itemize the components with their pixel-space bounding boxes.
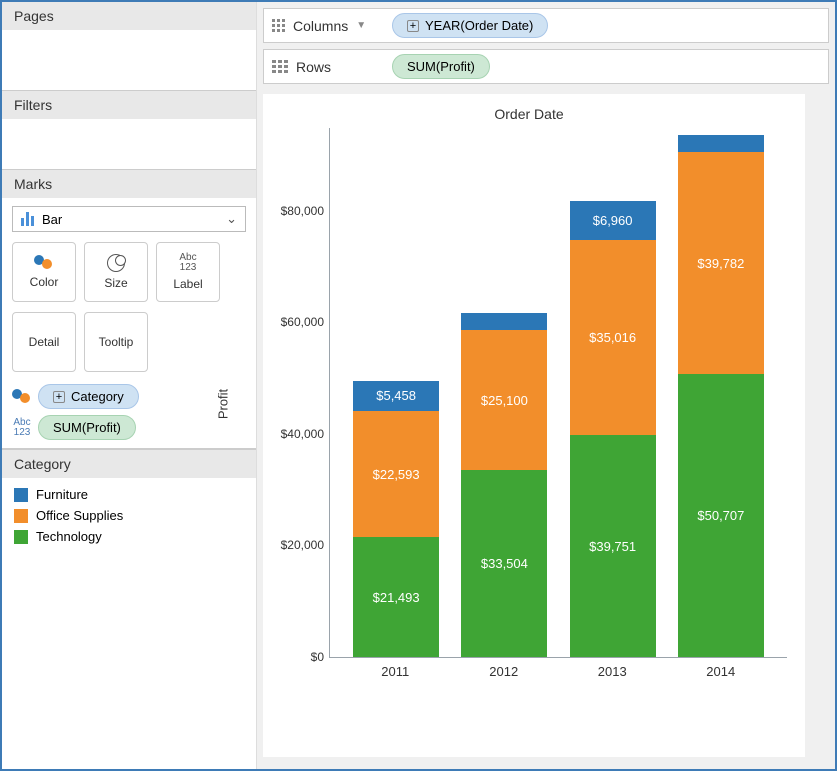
marks-header: Marks [2,170,256,198]
color-card[interactable]: Color [12,242,76,302]
bar-value-label: $22,593 [373,467,420,482]
bar-segment-furniture[interactable]: $6,960 [570,201,656,240]
expand-icon: + [407,20,419,32]
legend-swatch [14,488,28,502]
x-axis-labels: 2011 2012 2013 2014 [329,658,787,679]
viz-area: Order Date Profit $21,493$22,593$5,458$3… [263,94,805,757]
tooltip-card[interactable]: Tooltip [84,312,148,372]
color-legend: Category Furniture Office Supplies Techn… [2,449,256,561]
bar-value-label: $35,016 [589,330,636,345]
bar-segment-furniture[interactable] [461,313,547,330]
bar-column[interactable]: $39,751 $35,016 $6,960 [570,201,656,657]
bar-value-label: $25,100 [481,393,528,408]
legend-item-technology[interactable]: Technology [14,526,244,547]
label-icon: Abc 123 [12,418,32,438]
columns-pill[interactable]: + YEAR(Order Date) [392,13,548,38]
x-tick: 2014 [678,664,764,679]
color-pill-category[interactable]: + Category [38,384,139,409]
columns-shelf[interactable]: Columns ▼ + YEAR(Order Date) [263,8,829,43]
sidebar: Pages Filters Marks Bar ⌄ Co [2,2,257,769]
y-tick: $0 [272,650,324,664]
bar-segment-office-supplies[interactable]: $25,100 [461,330,547,470]
rows-pill[interactable]: SUM(Profit) [392,54,490,79]
bar-column[interactable]: $33,504 $25,100 [461,313,547,657]
bar-segment-technology[interactable]: $21,493 [353,537,439,657]
filters-drop-zone[interactable] [2,119,256,169]
color-icon [34,255,54,271]
y-tick: $80,000 [272,204,324,218]
label-icon: Abc 123 [179,253,196,273]
pages-drop-zone[interactable] [2,30,256,90]
bar-segment-technology[interactable]: $33,504 [461,470,547,657]
y-tick: $40,000 [272,427,324,441]
bar-chart-icon [21,212,34,226]
bar-value-label: $50,707 [697,508,744,523]
bar-value-label: $39,751 [589,539,636,554]
bar-column[interactable]: $21,493 $22,593 $5,458 [353,381,439,657]
legend-item-office-supplies[interactable]: Office Supplies [14,505,244,526]
bar-value-label: $39,782 [697,256,744,271]
bar-value-label: $5,458 [376,388,416,403]
y-axis-label: Profit [216,388,231,418]
bar-value-label: $33,504 [481,556,528,571]
label-pill-sum-profit[interactable]: SUM(Profit) [38,415,136,440]
expand-icon: + [53,391,65,403]
chart-plot: $21,493 $22,593 $5,458 $33,504 $25,100 $39,75… [329,128,787,658]
size-card[interactable]: Size [84,242,148,302]
label-card[interactable]: Abc 123 Label [156,242,220,302]
y-tick: $20,000 [272,538,324,552]
bar-segment-technology[interactable]: $50,707 [678,374,764,657]
rows-icon [272,60,288,73]
bar-segment-furniture[interactable] [678,135,764,152]
chevron-down-icon: ⌄ [226,211,237,227]
mark-type-selector[interactable]: Bar ⌄ [12,206,246,232]
chevron-down-icon: ▼ [356,20,366,31]
pages-header: Pages [2,2,256,30]
bar-column[interactable]: $50,707 $39,782 [678,135,764,657]
color-icon [12,389,32,405]
y-tick: $60,000 [272,315,324,329]
bar-value-label: $21,493 [373,590,420,605]
x-tick: 2013 [569,664,655,679]
size-icon [107,254,125,272]
legend-swatch [14,509,28,523]
bar-segment-office-supplies[interactable]: $35,016 [570,240,656,435]
legend-item-furniture[interactable]: Furniture [14,484,244,505]
rows-shelf[interactable]: Rows SUM(Profit) [263,49,829,84]
chart-title: Order Date [271,106,787,122]
main-area: Columns ▼ + YEAR(Order Date) Rows SUM(Pr… [257,2,835,769]
columns-icon [272,19,285,32]
filters-shelf: Filters [2,91,256,170]
detail-card[interactable]: Detail [12,312,76,372]
bar-segment-furniture[interactable]: $5,458 [353,381,439,411]
x-tick: 2011 [352,664,438,679]
bar-segment-office-supplies[interactable]: $39,782 [678,152,764,374]
bar-value-label: $6,960 [593,213,633,228]
legend-title: Category [2,450,256,478]
bar-segment-technology[interactable]: $39,751 [570,435,656,657]
x-tick: 2012 [461,664,547,679]
filters-header: Filters [2,91,256,119]
pages-shelf: Pages [2,2,256,91]
bar-segment-office-supplies[interactable]: $22,593 [353,411,439,537]
mark-type-value: Bar [42,212,62,227]
bars-container: $21,493 $22,593 $5,458 $33,504 $25,100 $39,75… [330,128,787,657]
legend-swatch [14,530,28,544]
